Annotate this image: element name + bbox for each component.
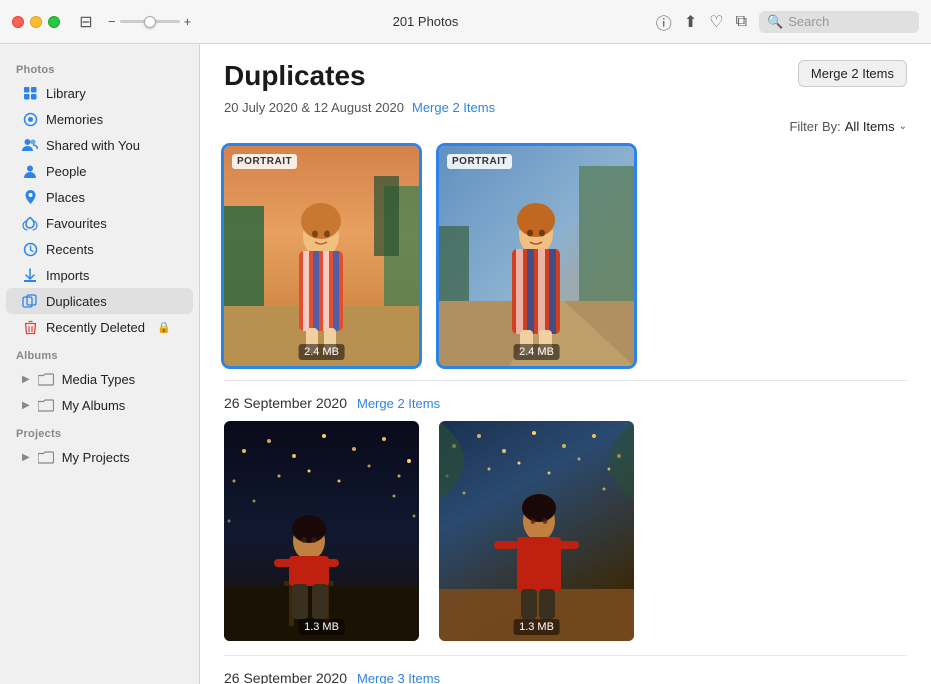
sidebar-item-recents[interactable]: Recents — [6, 236, 193, 262]
photo-size-2: 2.4 MB — [513, 344, 560, 360]
people-icon — [22, 163, 38, 179]
group-3-date: 26 September 2020 — [224, 670, 347, 684]
photo-size-3: 1.3 MB — [298, 619, 345, 635]
group-1-date: 20 July 2020 & 12 August 2020 — [224, 100, 404, 115]
sidebar-item-label: Recents — [46, 242, 94, 257]
imports-icon — [22, 267, 38, 283]
titlebar-actions: ⓘ ⬆ ♡ ⧉ 🔍 — [656, 10, 919, 34]
main-layout: Photos Library Memories — [0, 44, 931, 684]
recents-icon — [22, 241, 38, 257]
folder-icon — [38, 449, 54, 465]
date-row-1: 20 July 2020 & 12 August 2020 Merge 2 It… — [224, 100, 907, 115]
titlebar: ⊟ − + 201 Photos ⓘ ⬆ ♡ ⧉ 🔍 — [0, 0, 931, 44]
info-icon[interactable]: ⓘ — [656, 10, 672, 34]
zoom-in-icon[interactable]: + — [184, 14, 192, 29]
sidebar-item-label: People — [46, 164, 86, 179]
filter-value[interactable]: All Items — [845, 119, 895, 134]
sidebar-item-memories[interactable]: Memories — [6, 106, 193, 132]
sidebar-item-label: My Projects — [62, 450, 130, 465]
slider-thumb[interactable] — [144, 16, 156, 28]
photo-group-2: 1.3 MB — [224, 421, 907, 641]
sidebar-item-duplicates[interactable]: Duplicates — [6, 288, 193, 314]
photo-count: 201 Photos — [203, 14, 648, 29]
divider-2 — [224, 655, 907, 656]
sidebar-item-label: Favourites — [46, 216, 107, 231]
photo-card-4[interactable]: 1.3 MB — [439, 421, 634, 641]
view-toggle-icon[interactable]: ⊟ — [76, 12, 96, 32]
zoom-out-icon[interactable]: − — [108, 14, 116, 29]
maximize-button[interactable] — [48, 16, 60, 28]
sidebar: Photos Library Memories — [0, 44, 200, 684]
search-input[interactable] — [788, 14, 911, 29]
merge-link-2[interactable]: Merge 2 Items — [357, 396, 440, 411]
library-icon — [22, 85, 38, 101]
trash-icon — [22, 319, 38, 335]
sidebar-item-favourites[interactable]: Favourites — [6, 210, 193, 236]
sidebar-item-recently-deleted[interactable]: Recently Deleted 🔒 — [6, 314, 193, 340]
sidebar-item-my-projects[interactable]: ▶ My Projects — [6, 444, 193, 470]
close-button[interactable] — [12, 16, 24, 28]
minimize-button[interactable] — [30, 16, 42, 28]
page-title: Duplicates — [224, 60, 366, 92]
photo-card-2[interactable]: PORTRAIT 2.4 MB — [439, 146, 634, 366]
search-box[interactable]: 🔍 — [759, 11, 919, 33]
merge-link-1[interactable]: Merge 2 Items — [412, 100, 495, 115]
photo-card-3[interactable]: 1.3 MB — [224, 421, 419, 641]
duplicates-icon — [22, 293, 38, 309]
sidebar-item-label: Library — [46, 86, 86, 101]
portrait-badge-2: PORTRAIT — [447, 154, 512, 169]
memories-icon — [22, 111, 38, 127]
sidebar-item-people[interactable]: People — [6, 158, 193, 184]
sidebar-item-label: Imports — [46, 268, 89, 283]
zoom-slider[interactable]: − + — [108, 14, 191, 29]
divider-1 — [224, 380, 907, 381]
filter-chevron-icon[interactable]: ⌄ — [899, 121, 907, 132]
group-2-date: 26 September 2020 — [224, 395, 347, 411]
lock-icon: 🔒 — [157, 321, 171, 334]
portrait-badge-1: PORTRAIT — [232, 154, 297, 169]
sidebar-item-places[interactable]: Places — [6, 184, 193, 210]
sidebar-item-my-albums[interactable]: ▶ My Albums — [6, 392, 193, 418]
search-icon: 🔍 — [767, 14, 783, 30]
share-icon[interactable]: ⬆ — [684, 12, 697, 32]
sidebar-item-shared-with-you[interactable]: Shared with You — [6, 132, 193, 158]
sidebar-item-label: Places — [46, 190, 85, 205]
sidebar-item-media-types[interactable]: ▶ Media Types — [6, 366, 193, 392]
content-header: Duplicates Merge 2 Items — [224, 60, 907, 92]
merge-all-button[interactable]: Merge 2 Items — [798, 60, 907, 87]
heart-icon[interactable]: ♡ — [709, 12, 723, 32]
photo-card-1[interactable]: PORTRAIT 2.4 MB — [224, 146, 419, 366]
folder-icon — [38, 397, 54, 413]
section-header-3: 26 September 2020 Merge 3 Items — [224, 670, 907, 684]
traffic-lights — [12, 16, 60, 28]
sidebar-section-projects: Projects — [0, 418, 199, 444]
sidebar-item-label: Recently Deleted — [46, 320, 145, 335]
sidebar-item-imports[interactable]: Imports — [6, 262, 193, 288]
content-area: Duplicates Merge 2 Items 20 July 2020 & … — [200, 44, 931, 684]
sidebar-item-label: Media Types — [62, 372, 135, 387]
favourites-icon — [22, 215, 38, 231]
photo-size-1: 2.4 MB — [298, 344, 345, 360]
sidebar-section-photos: Photos — [0, 54, 199, 80]
shared-icon — [22, 137, 38, 153]
merge-link-3[interactable]: Merge 3 Items — [357, 671, 440, 684]
expand-arrow-icon: ▶ — [22, 452, 30, 463]
places-icon — [22, 189, 38, 205]
photo-group-1: PORTRAIT 2.4 MB — [224, 146, 907, 366]
rotate-icon[interactable]: ⧉ — [736, 13, 747, 31]
photo-size-4: 1.3 MB — [513, 619, 560, 635]
sidebar-section-albums: Albums — [0, 340, 199, 366]
sidebar-item-label: Shared with You — [46, 138, 140, 153]
filter-row: Filter By: All Items ⌄ — [224, 119, 907, 134]
sidebar-item-library[interactable]: Library — [6, 80, 193, 106]
section-header-2: 26 September 2020 Merge 2 Items — [224, 395, 907, 411]
folder-icon — [38, 371, 54, 387]
expand-arrow-icon: ▶ — [22, 374, 30, 385]
sidebar-item-label: Memories — [46, 112, 103, 127]
sidebar-item-label: Duplicates — [46, 294, 107, 309]
sidebar-item-label: My Albums — [62, 398, 126, 413]
filter-label: Filter By: — [789, 119, 840, 134]
slider-track[interactable] — [120, 20, 180, 23]
expand-arrow-icon: ▶ — [22, 400, 30, 411]
